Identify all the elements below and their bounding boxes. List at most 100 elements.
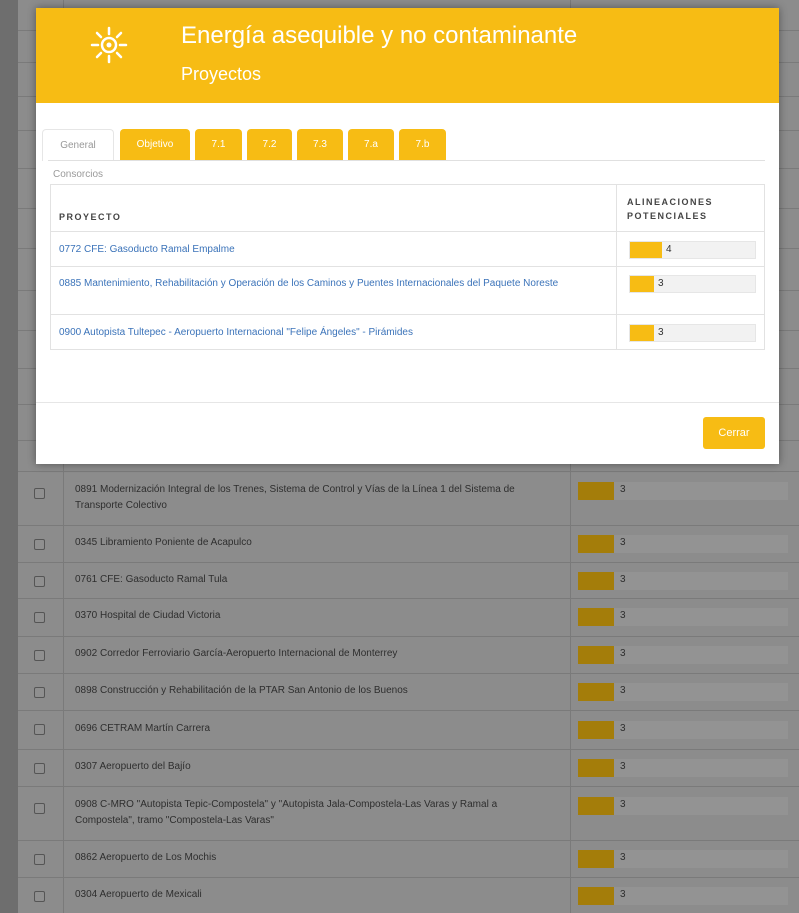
alignment-count: 4 (666, 244, 672, 255)
row-checkbox[interactable] (34, 763, 45, 774)
project-name: 0370 Hospital de Ciudad Victoria (75, 610, 221, 621)
alignment-count: 3 (620, 537, 626, 548)
column-header-project: PROYECTO (59, 212, 122, 222)
alignment-bar: 3 (578, 759, 788, 777)
alignment-count: 3 (620, 685, 626, 696)
tab-divider (48, 160, 765, 161)
alignment-bar-fill (578, 572, 614, 590)
modal-subtitle: Proyectos (181, 64, 262, 84)
table-row[interactable]: 0304 Aeropuerto de Mexicali 3 (18, 877, 799, 913)
row-checkbox[interactable] (34, 576, 45, 587)
modal-header: Energía asequible y no contaminante Proy… (36, 8, 779, 103)
table-row[interactable]: 0908 C-MRO "Autopista Tepic-Compostela" … (18, 786, 799, 840)
project-name: 0761 CFE: Gasoducto Ramal Tula (75, 574, 228, 585)
alignment-bar-fill (578, 887, 614, 905)
column-header-alignments: ALINEACIONES POTENCIALES (627, 197, 714, 221)
project-name: 0898 Construcción y Rehabilitación de la… (75, 685, 408, 696)
row-checkbox[interactable] (34, 539, 45, 550)
alignment-bar-fill (578, 797, 614, 815)
alignment-count: 3 (658, 278, 664, 289)
alignment-bar-fill (578, 535, 614, 553)
table-row[interactable]: 0902 Corredor Ferroviario García-Aeropue… (18, 636, 799, 673)
project-link[interactable]: 0885 Mantenimiento, Rehabilitación y Ope… (59, 275, 604, 292)
alignment-count: 3 (620, 889, 626, 900)
tab-7-a[interactable]: 7.a (348, 129, 394, 161)
projects-modal: Energía asequible y no contaminante Proy… (36, 8, 779, 464)
alignment-count: 3 (620, 484, 626, 495)
project-name: 0345 Libramiento Poniente de Acapulco (75, 537, 252, 548)
tab-objetivo[interactable]: Objetivo (120, 129, 190, 161)
alignment-bar-fill (578, 721, 614, 739)
alignment-bar: 3 (578, 887, 788, 905)
table-row: 0885 Mantenimiento, Rehabilitación y Ope… (51, 266, 764, 314)
tab-7-1[interactable]: 7.1 (195, 129, 242, 161)
alignment-bar: 3 (578, 721, 788, 739)
row-checkbox[interactable] (34, 891, 45, 902)
tab-7-2[interactable]: 7.2 (247, 129, 292, 161)
alignment-bar: 3 (578, 646, 788, 664)
alignment-count: 3 (620, 852, 626, 863)
table-row[interactable]: 0345 Libramiento Poniente de Acapulco 3 (18, 525, 799, 562)
section-label: Consorcios (53, 169, 104, 180)
row-checkbox[interactable] (34, 612, 45, 623)
row-checkbox[interactable] (34, 854, 45, 865)
alignment-bar-fill (630, 325, 654, 341)
alignment-count: 3 (620, 723, 626, 734)
table-row[interactable]: 0898 Construcción y Rehabilitación de la… (18, 673, 799, 710)
project-name: 0304 Aeropuerto de Mexicali (75, 889, 202, 900)
alignment-bar-fill (578, 850, 614, 868)
alignment-bar-fill (578, 646, 614, 664)
modal-footer-divider (36, 402, 779, 403)
project-name: 0307 Aeropuerto del Bajío (75, 761, 191, 772)
alignment-bar-fill (630, 242, 662, 258)
alignment-bar-fill (630, 276, 654, 292)
project-name: 0891 Modernización Integral de los Trene… (75, 484, 515, 511)
alignment-count: 3 (620, 761, 626, 772)
alignment-bar: 3 (629, 324, 756, 342)
row-checkbox[interactable] (34, 803, 45, 814)
tab-general[interactable]: General (42, 129, 114, 161)
table-row: 0772 CFE: Gasoducto Ramal Empalme 4 (51, 231, 764, 266)
row-checkbox[interactable] (34, 724, 45, 735)
close-button[interactable]: Cerrar (703, 417, 765, 449)
alignment-bar-fill (578, 482, 614, 500)
table-row[interactable]: 0307 Aeropuerto del Bajío 3 (18, 749, 799, 786)
alignment-bar: 4 (629, 241, 756, 259)
projects-table: PROYECTO ALINEACIONES POTENCIALES 0772 C… (50, 184, 765, 350)
sun-icon (90, 26, 128, 64)
alignment-bar: 3 (578, 797, 788, 815)
table-row[interactable]: 0696 CETRAM Martín Carrera 3 (18, 710, 799, 749)
row-checkbox[interactable] (34, 488, 45, 499)
alignment-bar-fill (578, 683, 614, 701)
alignment-count: 3 (620, 799, 626, 810)
tab-7-3[interactable]: 7.3 (297, 129, 343, 161)
alignment-bar: 3 (578, 482, 788, 500)
project-name: 0908 C-MRO "Autopista Tepic-Compostela" … (75, 799, 498, 826)
alignment-bar: 3 (578, 535, 788, 553)
table-row[interactable]: 0370 Hospital de Ciudad Victoria 3 (18, 598, 799, 636)
project-link[interactable]: 0772 CFE: Gasoducto Ramal Empalme (59, 241, 604, 258)
project-link[interactable]: 0900 Autopista Tultepec - Aeropuerto Int… (59, 324, 604, 341)
alignment-count: 3 (620, 574, 626, 585)
alignment-bar: 3 (578, 572, 788, 590)
table-row[interactable]: 0891 Modernización Integral de los Trene… (18, 471, 799, 525)
project-name: 0902 Corredor Ferroviario García-Aeropue… (75, 648, 398, 659)
alignment-bar: 3 (578, 683, 788, 701)
modal-title: Energía asequible y no contaminante (181, 22, 578, 49)
table-row[interactable]: 0761 CFE: Gasoducto Ramal Tula 3 (18, 562, 799, 598)
tab-7-b[interactable]: 7.b (399, 129, 446, 161)
table-row: 0900 Autopista Tultepec - Aeropuerto Int… (51, 314, 764, 350)
project-name: 0696 CETRAM Martín Carrera (75, 723, 211, 734)
alignment-bar: 3 (578, 850, 788, 868)
alignment-bar: 3 (578, 608, 788, 626)
row-checkbox[interactable] (34, 650, 45, 661)
alignment-count: 3 (658, 327, 664, 338)
alignment-bar: 3 (629, 275, 756, 293)
alignment-bar-fill (578, 608, 614, 626)
row-checkbox[interactable] (34, 687, 45, 698)
alignment-bar-fill (578, 759, 614, 777)
alignment-count: 3 (620, 610, 626, 621)
project-name: 0862 Aeropuerto de Los Mochis (75, 852, 217, 863)
table-row[interactable]: 0862 Aeropuerto de Los Mochis 3 (18, 840, 799, 877)
alignment-count: 3 (620, 648, 626, 659)
